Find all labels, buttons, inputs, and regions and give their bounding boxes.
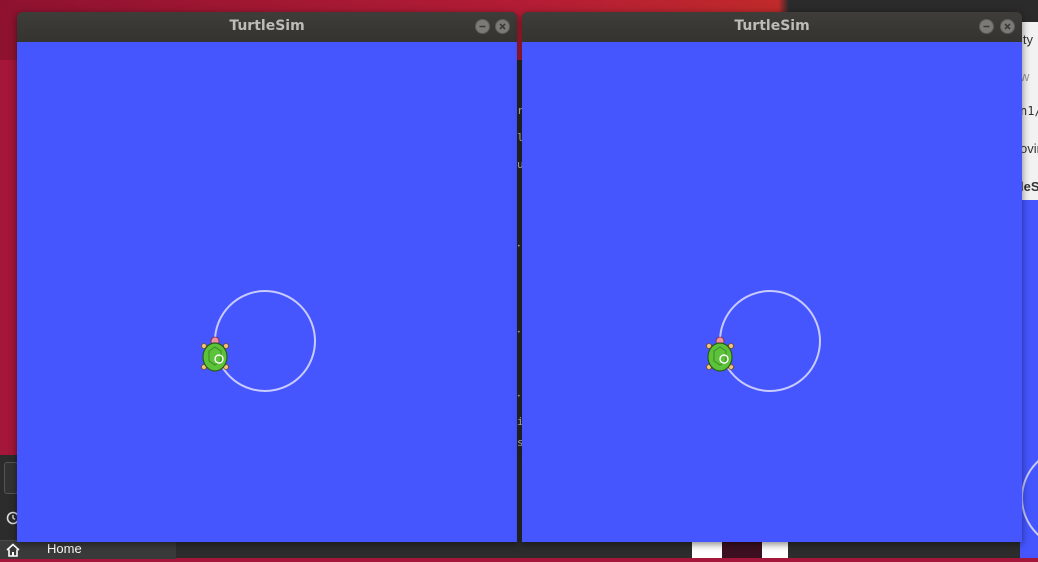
close-icon (499, 23, 506, 30)
window-title: TurtleSim (734, 18, 810, 34)
window-title: TurtleSim (229, 18, 305, 34)
taskbar-fragment (722, 540, 762, 558)
background-text-fragment: w (1020, 69, 1030, 84)
turtlesim-canvas[interactable] (17, 42, 517, 542)
terminal-fragment: • (517, 243, 521, 250)
turtle-icon (706, 336, 734, 372)
terminal-fragment: • (517, 329, 521, 336)
home-icon[interactable] (6, 543, 20, 557)
turtle-trail (214, 290, 316, 392)
minimize-icon (983, 25, 990, 28)
files-sidebar (0, 540, 176, 559)
turtlesim-window-1: TurtleSim (17, 12, 517, 542)
home-label[interactable]: Home (47, 541, 82, 556)
turtlesim-window-2: TurtleSim (522, 12, 1022, 542)
turtle-icon (201, 336, 229, 372)
minimize-button[interactable] (979, 19, 994, 34)
close-icon (1004, 23, 1011, 30)
background-turtlesim-canvas (1020, 200, 1038, 558)
title-bar[interactable]: TurtleSim (17, 12, 517, 42)
close-button[interactable] (1000, 19, 1015, 34)
background-text-fragment: leS (1020, 179, 1038, 194)
minimize-button[interactable] (475, 19, 490, 34)
turtlesim-canvas[interactable] (522, 42, 1022, 542)
background-window-fragment: ity w n1/ ovin leS (1020, 22, 1038, 202)
minimize-icon (479, 25, 486, 28)
side-widget[interactable] (4, 462, 18, 494)
terminal-fragment: • (517, 393, 521, 400)
title-bar[interactable]: TurtleSim (522, 12, 1022, 42)
turtle-trail (719, 290, 821, 392)
background-text-fragment: ovin (1020, 141, 1038, 156)
background-text-fragment: ity (1020, 32, 1033, 47)
close-button[interactable] (495, 19, 510, 34)
background-text-fragment: n1/ (1020, 104, 1038, 118)
